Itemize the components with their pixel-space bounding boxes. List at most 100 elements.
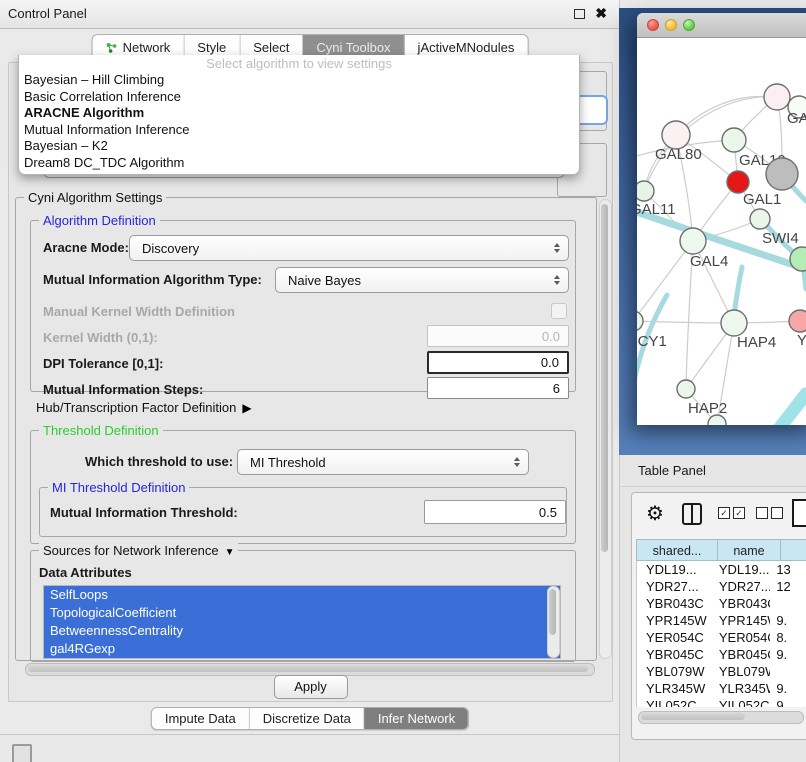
network-node-gcy1[interactable] <box>637 311 643 331</box>
table-cell[interactable]: YPR145W <box>712 612 770 629</box>
table-cell[interactable]: YDR27... <box>712 578 770 595</box>
network-node-gal[interactable] <box>764 84 790 110</box>
settings-hscrollbar-thumb[interactable] <box>28 665 588 672</box>
mi-type-select[interactable]: Naive Bayes <box>275 267 569 293</box>
table-hscrollbar[interactable] <box>638 711 804 724</box>
manual-kernel-checkbox[interactable] <box>551 303 567 319</box>
data-attribute-item[interactable]: BetweennessCentrality <box>44 622 560 640</box>
checked-checkbox-icon[interactable]: ✓ <box>733 507 745 519</box>
network-node-gal10[interactable] <box>722 128 746 152</box>
expand-right-icon[interactable]: ▶ <box>242 401 251 415</box>
algorithm-option[interactable]: ARACNE Algorithm <box>19 105 579 122</box>
float-panel-icon[interactable] <box>574 9 585 19</box>
network-node-gal1[interactable] <box>750 209 770 229</box>
minimized-panel-icon[interactable] <box>12 744 32 762</box>
network-node-gal80[interactable] <box>662 121 690 149</box>
table-row[interactable]: YDR27...YDR27...12 <box>637 578 806 595</box>
table-cell[interactable]: YBL079W <box>712 663 770 680</box>
algorithm-option[interactable]: Bayesian – Hill Climbing <box>19 72 579 89</box>
network-node-hap2[interactable] <box>677 380 695 398</box>
table-cell[interactable]: YDL19... <box>712 561 770 578</box>
table-cell[interactable]: YDR27... <box>637 578 712 595</box>
settings-scrollbar[interactable] <box>599 199 612 659</box>
kernel-width-field[interactable]: 0.0 <box>427 325 569 347</box>
dpi-tolerance-field[interactable]: 0.0 <box>427 351 569 374</box>
column-header-shared-name[interactable]: shared... <box>636 539 718 561</box>
table-cell[interactable]: YLR345W <box>637 680 712 697</box>
table-row[interactable]: YPR145WYPR145W9. <box>637 612 806 629</box>
table-cell[interactable]: YBR043C <box>637 595 712 612</box>
table-cell[interactable]: YDL19... <box>637 561 712 578</box>
table-cell[interactable]: 9. <box>770 680 806 697</box>
network-node-gal11[interactable] <box>637 181 654 201</box>
mi-threshold-field[interactable]: 0.5 <box>424 500 566 524</box>
table-cell[interactable]: YER054C <box>637 629 712 646</box>
network-node-gal4[interactable] <box>680 228 706 254</box>
table-cell[interactable]: 9. <box>770 646 806 663</box>
table-cell[interactable]: YIL052C <box>712 697 770 707</box>
close-icon[interactable]: ✖ <box>595 5 607 22</box>
algorithm-option[interactable]: Bayesian – K2 <box>19 138 579 155</box>
table-row[interactable]: YIL052CYIL052C9 <box>637 697 806 707</box>
table-cell[interactable] <box>770 595 806 612</box>
network-node[interactable] <box>727 171 749 193</box>
tab-infer-network[interactable]: Infer Network <box>364 708 468 729</box>
window-zoom-icon[interactable] <box>683 19 695 31</box>
aracne-mode-select[interactable]: Discovery <box>129 235 569 261</box>
gear-icon[interactable]: ⚙ <box>646 501 664 526</box>
settings-scrollbar-thumb[interactable] <box>601 204 608 552</box>
algorithm-option[interactable]: Dream8 DC_TDC Algorithm <box>19 155 579 172</box>
table-rows[interactable]: YDL19...YDL19...13YDR27...YDR27...12YBR0… <box>636 561 806 707</box>
expand-down-icon[interactable]: ▼ <box>225 547 235 558</box>
table-row[interactable]: YBR043CYBR043C <box>637 595 806 612</box>
unchecked-checkbox-icon[interactable] <box>756 507 768 519</box>
column-header-clipped[interactable] <box>780 539 806 561</box>
table-cell[interactable]: 9 <box>770 697 806 707</box>
checked-checkbox-icon[interactable]: ✓ <box>718 507 730 519</box>
table-cell[interactable]: YIL052C <box>637 697 712 707</box>
mi-steps-field[interactable]: 6 <box>427 377 569 399</box>
algorithm-option[interactable]: Mutual Information Inference <box>19 122 579 139</box>
attributes-scrollbar-thumb[interactable] <box>549 589 556 635</box>
data-attribute-item[interactable]: SelfLoops <box>44 586 560 604</box>
network-canvas[interactable]: GALGAL80GAL10GAL1SWI4GAL11GAL4GCY1HAP4YH… <box>637 38 806 425</box>
network-node[interactable] <box>766 158 798 190</box>
network-window-titlebar[interactable] <box>637 13 806 38</box>
unchecked-checkbox-icon[interactable] <box>771 507 783 519</box>
table-cell[interactable]: YLR345W <box>712 680 770 697</box>
tab-discretize-data[interactable]: Discretize Data <box>249 708 364 729</box>
hub-tf-definition-row[interactable]: Hub/Transcription Factor Definition▶ <box>36 400 252 415</box>
table-cell[interactable] <box>770 663 806 680</box>
table-cell[interactable]: 13 <box>770 561 806 578</box>
table-cell[interactable]: 12 <box>770 578 806 595</box>
table-row[interactable]: YBL079WYBL079W <box>637 663 806 680</box>
table-row[interactable]: YDL19...YDL19...13 <box>637 561 806 578</box>
table-cell[interactable]: YER054C <box>712 629 770 646</box>
tab-impute-data[interactable]: Impute Data <box>152 708 249 729</box>
apply-button[interactable]: Apply <box>274 675 348 699</box>
table-cell[interactable]: YBR043C <box>712 595 770 612</box>
table-cell[interactable]: YBR045C <box>637 646 712 663</box>
table-cell[interactable]: YBL079W <box>637 663 712 680</box>
data-attribute-item[interactable]: TopologicalCoefficient <box>44 604 560 622</box>
network-node-y[interactable] <box>789 310 806 332</box>
window-minimize-icon[interactable] <box>665 19 677 31</box>
column-layout-icon[interactable] <box>682 503 702 525</box>
which-threshold-select[interactable]: MI Threshold <box>237 449 529 475</box>
table-cell[interactable]: 8. <box>770 629 806 646</box>
data-attributes-list[interactable]: SelfLoopsTopologicalCoefficientBetweenne… <box>43 585 561 659</box>
table-row[interactable]: YBR045CYBR045C9. <box>637 646 806 663</box>
column-header-name[interactable]: name <box>717 539 781 561</box>
table-cell[interactable]: YBR045C <box>712 646 770 663</box>
data-attribute-item[interactable]: gal4RGexp <box>44 640 560 658</box>
window-close-icon[interactable] <box>647 19 659 31</box>
algorithm-option[interactable]: Basic Correlation Inference <box>19 89 579 106</box>
table-cell[interactable]: 9. <box>770 612 806 629</box>
table-row[interactable]: YER054CYER054C8. <box>637 629 806 646</box>
network-node-hap4[interactable] <box>721 310 747 336</box>
table-cell[interactable]: YPR145W <box>637 612 712 629</box>
attributes-scrollbar[interactable] <box>547 586 560 658</box>
table-function-icon[interactable] <box>792 499 806 527</box>
table-row[interactable]: YLR345WYLR345W9. <box>637 680 806 697</box>
table-hscrollbar-thumb[interactable] <box>641 713 745 720</box>
